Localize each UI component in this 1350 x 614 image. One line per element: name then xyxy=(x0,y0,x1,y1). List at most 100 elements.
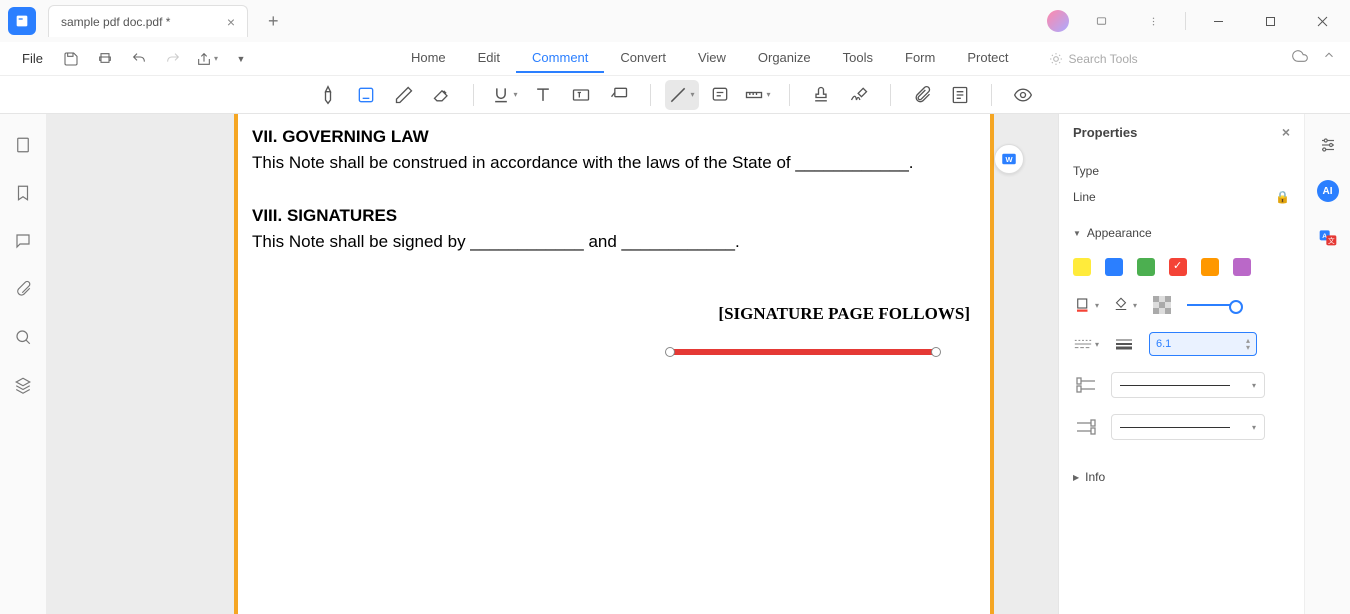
document-tab[interactable]: sample pdf doc.pdf * × xyxy=(48,5,248,37)
doc-heading-1: VII. GOVERNING LAW xyxy=(252,124,976,150)
signature-tool[interactable] xyxy=(842,80,876,110)
close-window-button[interactable] xyxy=(1302,5,1342,37)
thickness-input[interactable]: 6.1 ▴▾ xyxy=(1149,332,1257,356)
opacity-grid-icon[interactable] xyxy=(1149,294,1175,316)
eraser-tool[interactable] xyxy=(425,80,459,110)
tab-title: sample pdf doc.pdf * xyxy=(61,15,170,29)
lock-icon[interactable]: 🔒 xyxy=(1275,190,1290,204)
share-icon[interactable]: ▾ xyxy=(193,45,221,73)
type-value: Line xyxy=(1073,190,1096,204)
start-cap-select[interactable]: ▾ xyxy=(1111,372,1265,398)
tab-convert[interactable]: Convert xyxy=(604,44,682,73)
minimize-button[interactable] xyxy=(1198,5,1238,37)
end-cap-icon xyxy=(1073,416,1099,438)
swatch-red[interactable] xyxy=(1169,258,1187,276)
line-annotation[interactable] xyxy=(670,349,936,355)
highlight-tool[interactable] xyxy=(311,80,345,110)
undo-icon[interactable] xyxy=(125,45,153,73)
properties-panel: Properties × Type Line 🔒 ▼ Appearance ▾ xyxy=(1058,114,1304,614)
close-properties-icon[interactable]: × xyxy=(1282,124,1290,140)
svg-text:文: 文 xyxy=(1328,236,1335,245)
thickness-icon[interactable] xyxy=(1111,333,1137,355)
fill-color-picker[interactable]: ▾ xyxy=(1111,294,1137,316)
swatch-yellow[interactable] xyxy=(1073,258,1091,276)
swatch-purple[interactable] xyxy=(1233,258,1251,276)
measure-tool[interactable]: ▾ xyxy=(741,80,775,110)
underline-tool[interactable]: ▾ xyxy=(488,80,522,110)
thumbnails-icon[interactable] xyxy=(12,134,34,156)
document-canvas[interactable]: VII. GOVERNING LAW This Note shall be co… xyxy=(46,114,1058,614)
svg-text:W: W xyxy=(1005,155,1013,164)
app-logo[interactable] xyxy=(8,7,36,35)
redo-icon[interactable] xyxy=(159,45,187,73)
doc-heading-2: VIII. SIGNATURES xyxy=(252,203,976,229)
search-tools-placeholder: Search Tools xyxy=(1069,52,1138,66)
info-label: Info xyxy=(1085,470,1105,484)
bookmarks-icon[interactable] xyxy=(12,182,34,204)
pdf-page: VII. GOVERNING LAW This Note shall be co… xyxy=(234,114,994,614)
tab-protect[interactable]: Protect xyxy=(951,44,1024,73)
more-icon[interactable] xyxy=(1133,5,1173,37)
comments-list-tool[interactable] xyxy=(943,80,977,110)
collapse-ribbon-icon[interactable] xyxy=(1322,48,1336,69)
main-area: VII. GOVERNING LAW This Note shall be co… xyxy=(0,114,1350,614)
opacity-slider[interactable] xyxy=(1187,304,1239,306)
comments-panel-icon[interactable] xyxy=(12,230,34,252)
start-cap-icon xyxy=(1073,374,1099,396)
line-tool[interactable]: ▾ xyxy=(665,80,699,110)
tab-edit[interactable]: Edit xyxy=(462,44,516,73)
callout-tool[interactable] xyxy=(602,80,636,110)
attachment-tool[interactable] xyxy=(905,80,939,110)
maximize-button[interactable] xyxy=(1250,5,1290,37)
pencil-tool[interactable] xyxy=(387,80,421,110)
close-tab-icon[interactable]: × xyxy=(227,14,235,30)
swatch-blue[interactable] xyxy=(1105,258,1123,276)
user-avatar[interactable] xyxy=(1047,10,1069,32)
tab-organize[interactable]: Organize xyxy=(742,44,827,73)
text-tool[interactable] xyxy=(526,80,560,110)
area-highlight-tool[interactable] xyxy=(349,80,383,110)
hide-comments-tool[interactable] xyxy=(1006,80,1040,110)
tab-view[interactable]: View xyxy=(682,44,742,73)
textbox-tool[interactable] xyxy=(564,80,598,110)
info-section-header[interactable]: ▶ Info xyxy=(1059,462,1304,492)
file-menu[interactable]: File xyxy=(14,47,51,70)
tab-form[interactable]: Form xyxy=(889,44,951,73)
add-tab-button[interactable]: + xyxy=(260,7,287,36)
chevron-right-icon: ▶ xyxy=(1073,473,1079,482)
translate-icon[interactable]: A文 xyxy=(1315,224,1341,250)
stepper-icon[interactable]: ▴▾ xyxy=(1246,337,1250,351)
layers-icon[interactable] xyxy=(12,374,34,396)
appearance-label: Appearance xyxy=(1087,226,1152,240)
appearance-section-header[interactable]: ▼ Appearance xyxy=(1059,218,1304,248)
save-icon[interactable] xyxy=(57,45,85,73)
type-label: Type xyxy=(1073,164,1099,178)
tab-comment[interactable]: Comment xyxy=(516,44,604,73)
swatch-green[interactable] xyxy=(1137,258,1155,276)
stroke-color-picker[interactable]: ▾ xyxy=(1073,294,1099,316)
cloud-icon[interactable] xyxy=(1292,48,1308,69)
stamp-tool[interactable] xyxy=(804,80,838,110)
search-tools[interactable]: Search Tools xyxy=(1049,52,1138,66)
left-sidebar xyxy=(0,114,46,614)
swatch-orange[interactable] xyxy=(1201,258,1219,276)
thickness-value: 6.1 xyxy=(1156,338,1171,350)
color-swatches xyxy=(1059,248,1304,286)
ai-assistant-icon[interactable]: AI xyxy=(1317,180,1339,202)
menu-tabs: Home Edit Comment Convert View Organize … xyxy=(395,44,1025,73)
chat-icon[interactable] xyxy=(1081,5,1121,37)
doc-paragraph-1: This Note shall be construed in accordan… xyxy=(252,150,976,176)
word-export-float-button[interactable]: W xyxy=(994,144,1024,174)
end-cap-select[interactable]: ▾ xyxy=(1111,414,1265,440)
comment-toolbar: ▾ ▾ ▾ xyxy=(0,76,1350,114)
note-tool[interactable] xyxy=(703,80,737,110)
print-icon[interactable] xyxy=(91,45,119,73)
tab-home[interactable]: Home xyxy=(395,44,462,73)
line-style-icon[interactable]: ▾ xyxy=(1073,333,1099,355)
quick-dropdown-icon[interactable]: ▼ xyxy=(227,45,255,73)
attachments-panel-icon[interactable] xyxy=(12,278,34,300)
tab-tools[interactable]: Tools xyxy=(827,44,889,73)
search-panel-icon[interactable] xyxy=(12,326,34,348)
doc-paragraph-2: This Note shall be signed by ___________… xyxy=(252,229,976,255)
settings-sliders-icon[interactable] xyxy=(1315,132,1341,158)
